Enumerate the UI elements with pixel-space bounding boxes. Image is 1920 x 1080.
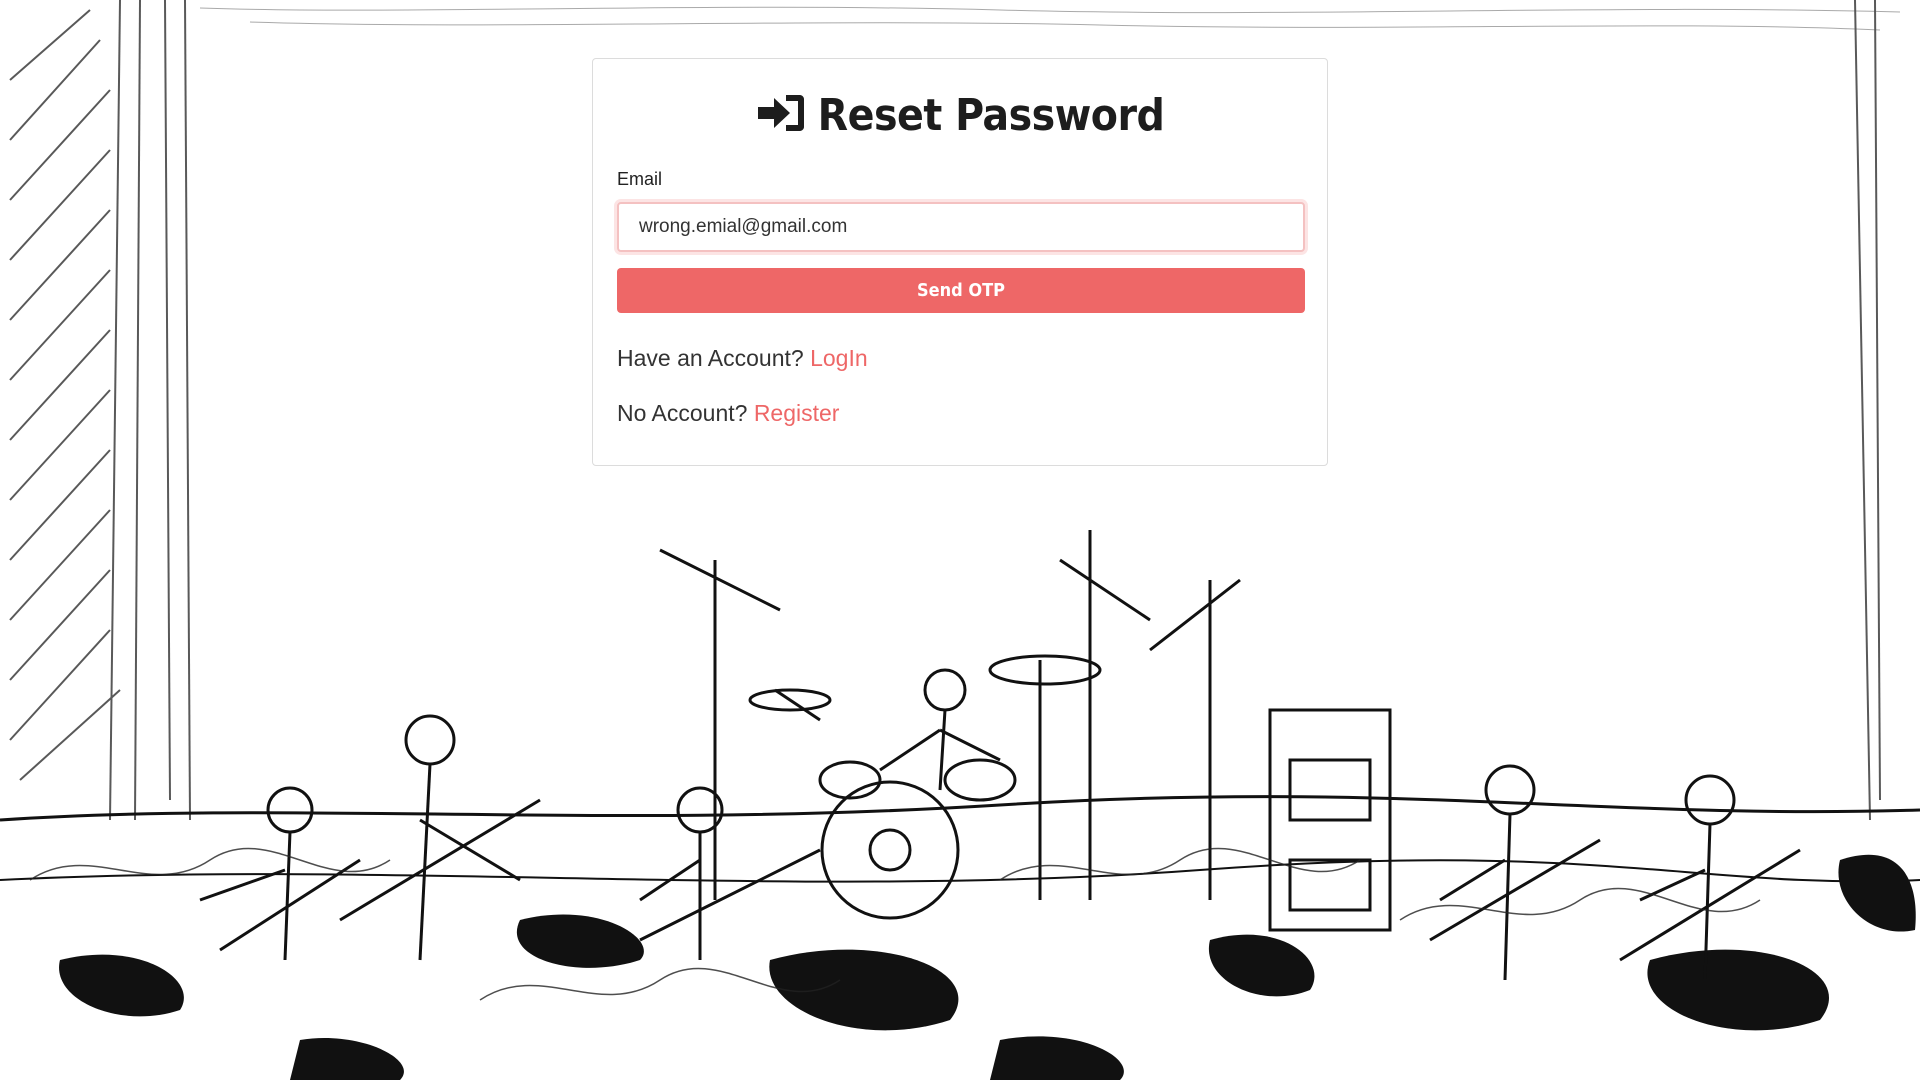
email-label: Email — [617, 169, 663, 189]
send-otp-button[interactable]: Send OTP — [617, 268, 1305, 313]
email-field[interactable] — [617, 202, 1305, 252]
account-links: Have an Account? LogIn No Account? Regis… — [617, 343, 1303, 428]
no-account-text: No Account? — [617, 400, 748, 426]
have-account-text: Have an Account? — [617, 345, 804, 371]
card-header: Reset Password — [617, 83, 1303, 147]
login-prompt: Have an Account? LogIn — [617, 343, 1303, 373]
register-link[interactable]: Register — [754, 400, 840, 426]
register-prompt: No Account? Register — [617, 398, 1303, 428]
page-title: Reset Password — [817, 89, 1165, 141]
reset-password-card: Reset Password Email Send OTP Have an Ac… — [592, 58, 1328, 466]
login-link[interactable]: LogIn — [810, 345, 868, 371]
sign-in-icon — [756, 92, 806, 139]
